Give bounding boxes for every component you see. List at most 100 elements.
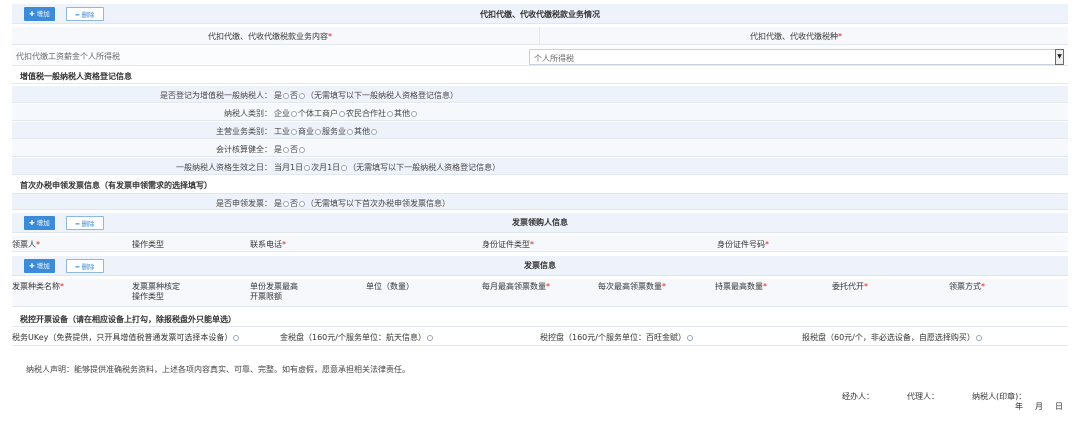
radio-button[interactable] — [339, 110, 345, 117]
radio-button[interactable] — [299, 146, 305, 153]
month-label: 月 — [1035, 402, 1043, 411]
invoice-col-3: 单位（数量） — [366, 282, 414, 291]
option-label: 个体工商户 — [298, 109, 338, 118]
option-label: 工业 — [274, 127, 290, 136]
radio-button[interactable] — [387, 110, 393, 117]
radio-button[interactable] — [291, 110, 297, 117]
option-label: 商业 — [298, 127, 314, 136]
invoice-col-1: 发票票种核定 操作类型 — [132, 282, 180, 301]
radio-button[interactable] — [341, 164, 348, 171]
agent-label: 代理人： — [907, 392, 939, 401]
radio-button[interactable] — [371, 128, 377, 135]
option-label: 是 — [274, 145, 282, 154]
invoice-col-6: 持票最高数量* — [715, 282, 767, 291]
invoice-title: 发票信息 — [524, 261, 556, 270]
year-label: 年 — [1015, 402, 1023, 411]
receiver-header: 领票人* 操作类型 联系电话* 身份证件类型* 身份证件号码* — [12, 236, 1068, 252]
option-label: 否 — [290, 145, 298, 154]
handler-label: 经办人： — [842, 392, 874, 401]
radio-yes[interactable] — [283, 200, 289, 207]
radio-button[interactable] — [283, 146, 289, 153]
radio-ukey[interactable] — [233, 334, 240, 341]
radio-tax-report[interactable] — [975, 334, 982, 341]
vat-row-options: 企业 个体工商户 农民合作社 其他 — [274, 108, 418, 119]
vat-row-label: 是否登记为增值税一般纳税人： — [160, 91, 272, 100]
invoice-col-0: 发票种类名称* — [12, 282, 64, 291]
withholding-header: 代扣代缴、代收代缴税款业务内容* 代扣代缴、代收代缴税种* — [12, 27, 1068, 45]
withholding-data-row: 代扣代缴工资薪金个人所得税 个人所得税 ▼ — [12, 46, 1068, 66]
col-id-number: 身份证件号码* — [717, 240, 769, 249]
vat-title: 增值税一般纳税人资格登记信息 — [20, 72, 132, 81]
col-receiver: 领票人* — [12, 240, 40, 249]
withholding-col-content: 代扣代缴、代收代缴税款业务内容* — [208, 32, 332, 41]
vat-row: 纳税人类别： 企业 个体工商户 农民合作社 其他 — [12, 104, 1068, 121]
option-label: 其他 — [394, 109, 410, 118]
option-label: 次月1日 — [311, 163, 341, 172]
first-invoice-options: 是否（无需填写以下首次办税申领发票信息） — [274, 199, 450, 208]
vat-row-options: 是否 — [274, 144, 306, 155]
option-label: 企业 — [274, 109, 290, 118]
vat-row-label: 主营业务类别： — [216, 127, 272, 136]
option-label: 服务业 — [322, 127, 346, 136]
withholding-col-tax: 代扣代缴、代收代缴税种* — [750, 32, 842, 41]
first-invoice-label: 是否申领发票： — [216, 199, 272, 208]
invoice-toolbar: ✚ 增加 ━ 删除 发票信息 — [12, 256, 1068, 276]
chevron-down-icon[interactable]: ▼ — [1055, 49, 1064, 65]
vat-row-label: 纳税人类别： — [224, 109, 272, 118]
tax-type-select[interactable]: 个人所得税 ▼ — [529, 49, 1064, 65]
invoice-col-5: 每次最高领票数量* — [598, 282, 666, 291]
radio-button[interactable] — [347, 128, 353, 135]
first-invoice-section-header: 首次办税申领发票信息（有发票申领需求的选择填写） — [12, 177, 1068, 193]
invoice-col-2: 单份发票最高 开票限额 — [250, 282, 298, 301]
tax-type-value: 个人所得税 — [534, 54, 574, 63]
radio-no[interactable] — [299, 200, 305, 207]
vat-row-options: 当月1日 次月1日 （无需填写以下一般纳税人资格登记信息） — [274, 162, 500, 173]
withholding-title: 代扣代缴、代收代缴税款业务情况 — [480, 10, 600, 19]
option-label: 农民合作社 — [346, 109, 386, 118]
vat-row: 主营业务类别： 工业 商业 服务业 其他 — [12, 122, 1068, 139]
option-label: 否 — [290, 91, 298, 100]
vat-row-options: 是否 （无需填写以下一般纳税人资格登记信息） — [274, 90, 458, 101]
radio-button[interactable] — [291, 128, 297, 135]
radio-tax-control[interactable] — [686, 334, 693, 341]
vat-row-label: 会计核算健全： — [216, 145, 272, 154]
option-label: 其他 — [354, 127, 370, 136]
radio-golden-tax[interactable] — [426, 334, 433, 341]
device-tax-control[interactable]: 税控盘（160元/个服务单位：百旺金赋） — [540, 332, 694, 343]
vat-row: 是否登记为增值税一般纳税人：是否 （无需填写以下一般纳税人资格登记信息） — [12, 86, 1068, 103]
col-phone: 联系电话* — [250, 240, 286, 249]
device-section-header: 税控开票设备（请在相应设备上打勾，除报税盘外只能单选） — [12, 311, 1068, 327]
receiver-title: 发票领购人信息 — [512, 218, 568, 227]
withholding-toolbar: ✚ 增加 ━ 删除 代扣代缴、代收代缴税款业务情况 — [12, 4, 1068, 24]
radio-button[interactable] — [283, 92, 289, 99]
radio-button[interactable] — [299, 92, 305, 99]
device-options: 税务UKey（免费提供，只开具增值税普通发票可选择本设备） 金税盘（160元/个… — [12, 328, 1068, 346]
option-note: （无需填写以下一般纳税人资格登记信息） — [306, 91, 458, 100]
receiver-toolbar: ✚ 增加 ━ 删除 发票领购人信息 — [12, 213, 1068, 233]
col-id-type: 身份证件类型* — [482, 240, 534, 249]
device-ukey[interactable]: 税务UKey（免费提供，只开具增值税普通发票可选择本设备） — [12, 332, 240, 343]
first-invoice-row: 是否申领发票： 是否（无需填写以下首次办税申领发票信息） — [12, 193, 1068, 210]
radio-button[interactable] — [304, 164, 311, 171]
invoice-col-7: 委托代开* — [832, 282, 868, 291]
device-title: 税控开票设备（请在相应设备上打勾，除报税盘外只能单选） — [20, 315, 236, 324]
option-label: 是 — [274, 91, 282, 100]
vat-row: 一般纳税人资格生效之日： 当月1日 次月1日 （无需填写以下一般纳税人资格登记信息） — [12, 158, 1068, 175]
vat-row: 会计核算健全：是否 — [12, 140, 1068, 157]
radio-button[interactable] — [315, 128, 321, 135]
radio-button[interactable] — [411, 110, 417, 117]
option-note: （无需填写以下一般纳税人资格登记信息） — [348, 163, 501, 172]
withholding-content-value: 代扣代缴工资薪金个人所得税 — [16, 52, 120, 61]
day-label: 日 — [1055, 402, 1063, 411]
declaration-text: 纳税人声明：能够提供准确税务资料，上述各项内容真实、可靠、完整。如有虚假，愿意承… — [26, 365, 410, 374]
device-golden-tax[interactable]: 金税盘（160元/个服务单位：航天信息） — [280, 332, 434, 343]
first-invoice-title: 首次办税申领发票信息（有发票申领需求的选择填写） — [20, 181, 212, 190]
invoice-col-8: 领票方式* — [949, 282, 985, 291]
vat-row-label: 一般纳税人资格生效之日： — [176, 163, 272, 172]
option-label: 当月1日 — [274, 163, 304, 172]
col-operation-type: 操作类型 — [132, 240, 164, 249]
device-tax-report[interactable]: 报税盘（60元/个，非必选设备，自愿选择购买） — [802, 332, 983, 343]
vat-row-options: 工业 商业 服务业 其他 — [274, 126, 378, 137]
registration-form: ✚ 增加 ━ 删除 代扣代缴、代收代缴税款业务情况 代扣代缴、代收代缴税款业务内… — [12, 0, 1068, 428]
vat-section-header: 增值税一般纳税人资格登记信息 — [12, 68, 1068, 84]
